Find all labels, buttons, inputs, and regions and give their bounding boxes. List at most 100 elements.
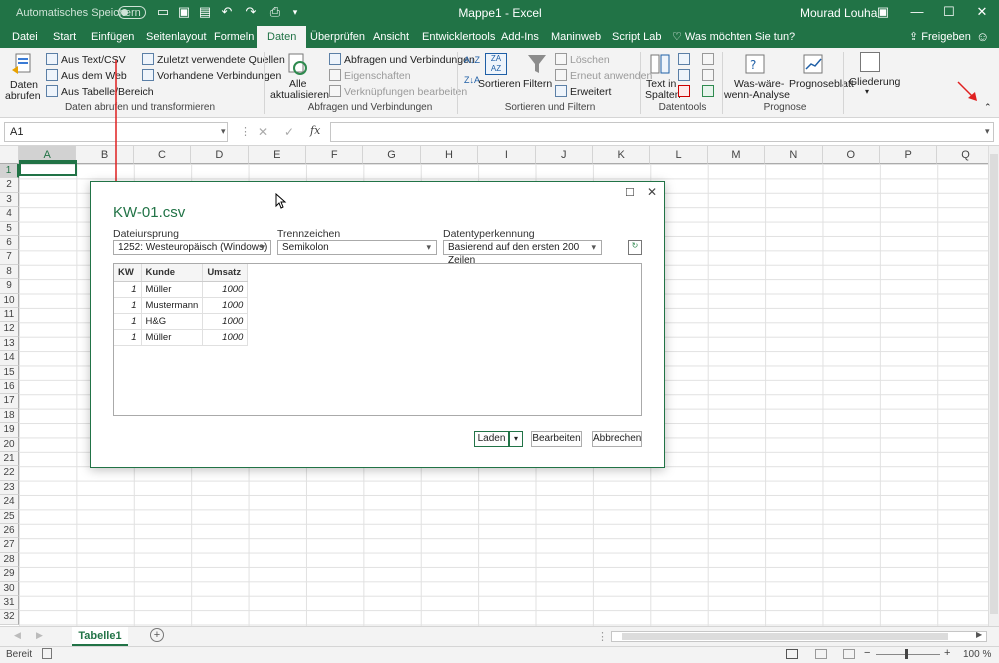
reapply-button[interactable]: Erneut anwenden — [555, 69, 652, 82]
redo-icon[interactable]: ↷ — [244, 5, 258, 19]
normal-view-icon[interactable] — [786, 649, 798, 659]
row-header-1[interactable]: 1 — [0, 164, 19, 179]
next-sheet-icon[interactable]: ▶ — [36, 630, 43, 641]
zoom-in-icon[interactable]: + — [944, 647, 950, 659]
tab-script-lab[interactable]: Script Lab — [608, 26, 666, 48]
page-layout-view-icon[interactable] — [815, 649, 827, 659]
row-header-32[interactable]: 32 — [0, 610, 19, 625]
column-header-k[interactable]: K — [593, 146, 651, 164]
tell-me-search[interactable]: ♡ Was möchten Sie tun? — [668, 26, 799, 48]
macro-record-icon[interactable] — [42, 648, 52, 659]
autosave-toggle[interactable] — [118, 6, 146, 19]
minimize-icon[interactable]: — — [900, 2, 934, 22]
clear-filter-button[interactable]: Löschen — [555, 53, 610, 66]
sort-button[interactable]: Sortieren — [478, 78, 521, 90]
column-header-j[interactable]: J — [535, 146, 593, 164]
outline-button[interactable]: Gliederung — [849, 76, 900, 88]
file-origin-dropdown[interactable]: 1252: Westeuropäisch (Windows) — [113, 240, 271, 255]
column-header-n[interactable]: N — [765, 146, 823, 164]
maximize-icon[interactable]: ☐ — [932, 2, 966, 22]
filter-button[interactable]: Filtern — [523, 78, 552, 90]
relationships-icon[interactable] — [702, 69, 717, 82]
tab-start[interactable]: Start — [49, 26, 80, 48]
save-as-icon[interactable]: ▤ — [198, 5, 212, 19]
formula-input[interactable] — [330, 122, 994, 142]
zoom-level[interactable]: 100 % — [963, 649, 991, 660]
column-header-e[interactable]: E — [248, 146, 306, 164]
outline-dropdown-icon[interactable]: ▾ — [865, 87, 869, 96]
vertical-scrollbar[interactable] — [988, 146, 999, 626]
dialog-maximize-icon[interactable]: ☐ — [625, 186, 635, 199]
advanced-filter-button[interactable]: Erweitert — [555, 85, 611, 98]
tab-einfuegen[interactable]: Einfügen — [87, 26, 138, 48]
name-box-dropdown-icon[interactable]: ▾ — [221, 126, 226, 137]
save-icon[interactable]: ▣ — [177, 5, 191, 19]
row-header-9[interactable]: 9 — [0, 279, 19, 294]
type-detection-dropdown[interactable]: Basierend auf den ersten 200 Zeilen — [443, 240, 602, 266]
from-table-button[interactable]: Aus Tabelle/Bereich — [46, 85, 154, 98]
row-header-14[interactable]: 14 — [0, 351, 19, 366]
tab-daten[interactable]: Daten — [257, 26, 307, 48]
sheet-tab-tabelle1[interactable]: Tabelle1 — [72, 627, 128, 646]
row-header-11[interactable]: 11 — [0, 308, 19, 323]
load-button[interactable]: Laden — [474, 431, 509, 447]
row-header-27[interactable]: 27 — [0, 538, 19, 553]
sort-az-icon[interactable]: A↓Z — [464, 55, 480, 65]
row-header-29[interactable]: 29 — [0, 567, 19, 582]
delimiter-dropdown[interactable]: Semikolon — [277, 240, 437, 255]
column-header-m[interactable]: M — [707, 146, 766, 164]
prev-sheet-icon[interactable]: ◀ — [14, 630, 21, 641]
column-header-l[interactable]: L — [650, 146, 708, 164]
edit-button[interactable]: Bearbeiten — [531, 431, 582, 447]
row-header-17[interactable]: 17 — [0, 394, 19, 409]
column-header-h[interactable]: H — [420, 146, 479, 164]
row-header-21[interactable]: 21 — [0, 452, 19, 467]
ribbon-display-icon[interactable]: ▣ — [866, 2, 900, 22]
tab-maninweb[interactable]: Maninweb — [547, 26, 605, 48]
column-header-f[interactable]: F — [306, 146, 364, 164]
row-header-16[interactable]: 16 — [0, 380, 19, 395]
column-header-i[interactable]: I — [478, 146, 536, 164]
tab-split-handle[interactable]: ⋮ — [597, 630, 608, 643]
row-header-18[interactable]: 18 — [0, 408, 19, 424]
active-cell-a1[interactable] — [19, 160, 77, 176]
row-header-6[interactable]: 6 — [0, 236, 19, 251]
consolidate-icon[interactable] — [702, 53, 717, 66]
row-header-26[interactable]: 26 — [0, 524, 19, 539]
column-header-q[interactable]: Q — [937, 146, 990, 164]
get-data-label-2[interactable]: abrufen — [5, 90, 41, 102]
page-break-view-icon[interactable] — [843, 649, 855, 659]
tab-formeln[interactable]: Formeln — [210, 26, 258, 48]
tab-datei[interactable]: Datei — [8, 26, 42, 48]
data-validation-icon[interactable] — [678, 85, 693, 98]
horizontal-scrollbar[interactable] — [611, 631, 987, 642]
from-text-csv-button[interactable]: Aus Text/CSV — [46, 53, 126, 66]
expand-formula-icon[interactable]: ▾ — [985, 126, 990, 137]
tab-entwicklertools[interactable]: Entwicklertools — [418, 26, 499, 48]
tab-seitenlayout[interactable]: Seitenlayout — [142, 26, 211, 48]
vertical-scroll-thumb[interactable] — [990, 154, 998, 614]
print-preview-icon[interactable]: ⎙ — [268, 5, 282, 19]
row-header-5[interactable]: 5 — [0, 221, 19, 236]
zoom-slider[interactable] — [876, 654, 940, 655]
refresh-preview-icon[interactable]: ↻ — [628, 240, 642, 255]
customize-qat-icon[interactable]: ▾ — [288, 5, 302, 19]
zoom-out-icon[interactable]: − — [864, 647, 870, 659]
open-icon[interactable]: ▭ — [156, 5, 170, 19]
row-header-7[interactable]: 7 — [0, 250, 19, 265]
row-header-22[interactable]: 22 — [0, 466, 19, 481]
dialog-close-icon[interactable]: ✕ — [647, 185, 657, 199]
load-dropdown-icon[interactable]: ▾ — [509, 431, 523, 447]
zoom-slider-thumb[interactable] — [905, 649, 908, 659]
feedback-smiley-icon[interactable]: ☺ — [972, 26, 993, 48]
row-header-3[interactable]: 3 — [0, 192, 19, 208]
tab-ansicht[interactable]: Ansicht — [369, 26, 413, 48]
data-model-icon[interactable] — [702, 85, 717, 98]
add-sheet-icon[interactable]: + — [150, 628, 164, 642]
confirm-entry-icon[interactable]: ✓ — [284, 125, 294, 139]
row-header-31[interactable]: 31 — [0, 596, 19, 611]
cancel-button[interactable]: Abbrechen — [592, 431, 642, 447]
row-header-4[interactable]: 4 — [0, 207, 19, 222]
horizontal-scroll-thumb[interactable] — [622, 633, 948, 640]
refresh-all-label-2[interactable]: aktualisieren — [270, 89, 329, 101]
